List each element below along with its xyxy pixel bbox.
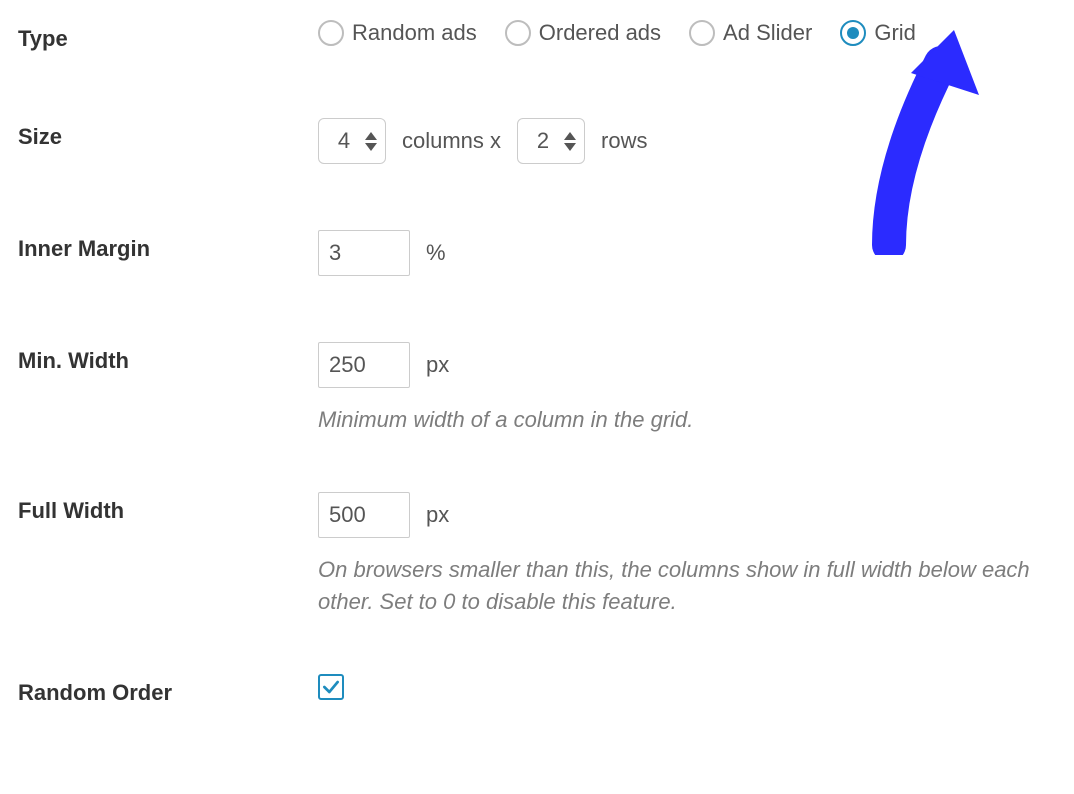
radio-icon	[505, 20, 531, 46]
rows-value: 2	[530, 128, 556, 154]
type-radio-ordered-ads[interactable]: Ordered ads	[505, 20, 661, 46]
min-width-row: Min. Width px Minimum width of a column …	[18, 342, 1056, 436]
full-width-row: Full Width px On browsers smaller than t…	[18, 492, 1056, 618]
type-radio-ad-slider[interactable]: Ad Slider	[689, 20, 812, 46]
radio-icon	[840, 20, 866, 46]
type-label: Type	[18, 20, 318, 52]
inner-margin-label: Inner Margin	[18, 230, 318, 262]
radio-label: Random ads	[352, 20, 477, 46]
random-order-checkbox[interactable]	[318, 674, 344, 700]
random-order-label: Random Order	[18, 674, 318, 706]
stepper-arrows-icon	[564, 132, 576, 151]
full-width-label: Full Width	[18, 492, 318, 524]
check-icon	[321, 677, 341, 697]
radio-icon	[318, 20, 344, 46]
inner-margin-unit: %	[426, 240, 446, 266]
size-label: Size	[18, 118, 318, 150]
radio-label: Grid	[874, 20, 916, 46]
full-width-description: On browsers smaller than this, the colum…	[318, 554, 1038, 618]
size-rows-text: rows	[595, 128, 653, 154]
radio-label: Ad Slider	[723, 20, 812, 46]
min-width-input[interactable]	[318, 342, 410, 388]
type-row: Type Random ads Ordered ads Ad Slider Gr…	[18, 20, 1056, 52]
size-columns-x-text: columns x	[396, 128, 507, 154]
min-width-description: Minimum width of a column in the grid.	[318, 404, 1038, 436]
radio-icon	[689, 20, 715, 46]
size-row: Size 4 columns x 2 rows	[18, 118, 1056, 164]
min-width-label: Min. Width	[18, 342, 318, 374]
type-radio-random-ads[interactable]: Random ads	[318, 20, 477, 46]
full-width-unit: px	[426, 502, 449, 528]
columns-value: 4	[331, 128, 357, 154]
min-width-unit: px	[426, 352, 449, 378]
stepper-arrows-icon	[365, 132, 377, 151]
random-order-row: Random Order	[18, 674, 1056, 706]
type-radio-grid[interactable]: Grid	[840, 20, 916, 46]
rows-stepper[interactable]: 2	[517, 118, 585, 164]
inner-margin-row: Inner Margin %	[18, 230, 1056, 276]
full-width-input[interactable]	[318, 492, 410, 538]
radio-label: Ordered ads	[539, 20, 661, 46]
inner-margin-input[interactable]	[318, 230, 410, 276]
columns-stepper[interactable]: 4	[318, 118, 386, 164]
